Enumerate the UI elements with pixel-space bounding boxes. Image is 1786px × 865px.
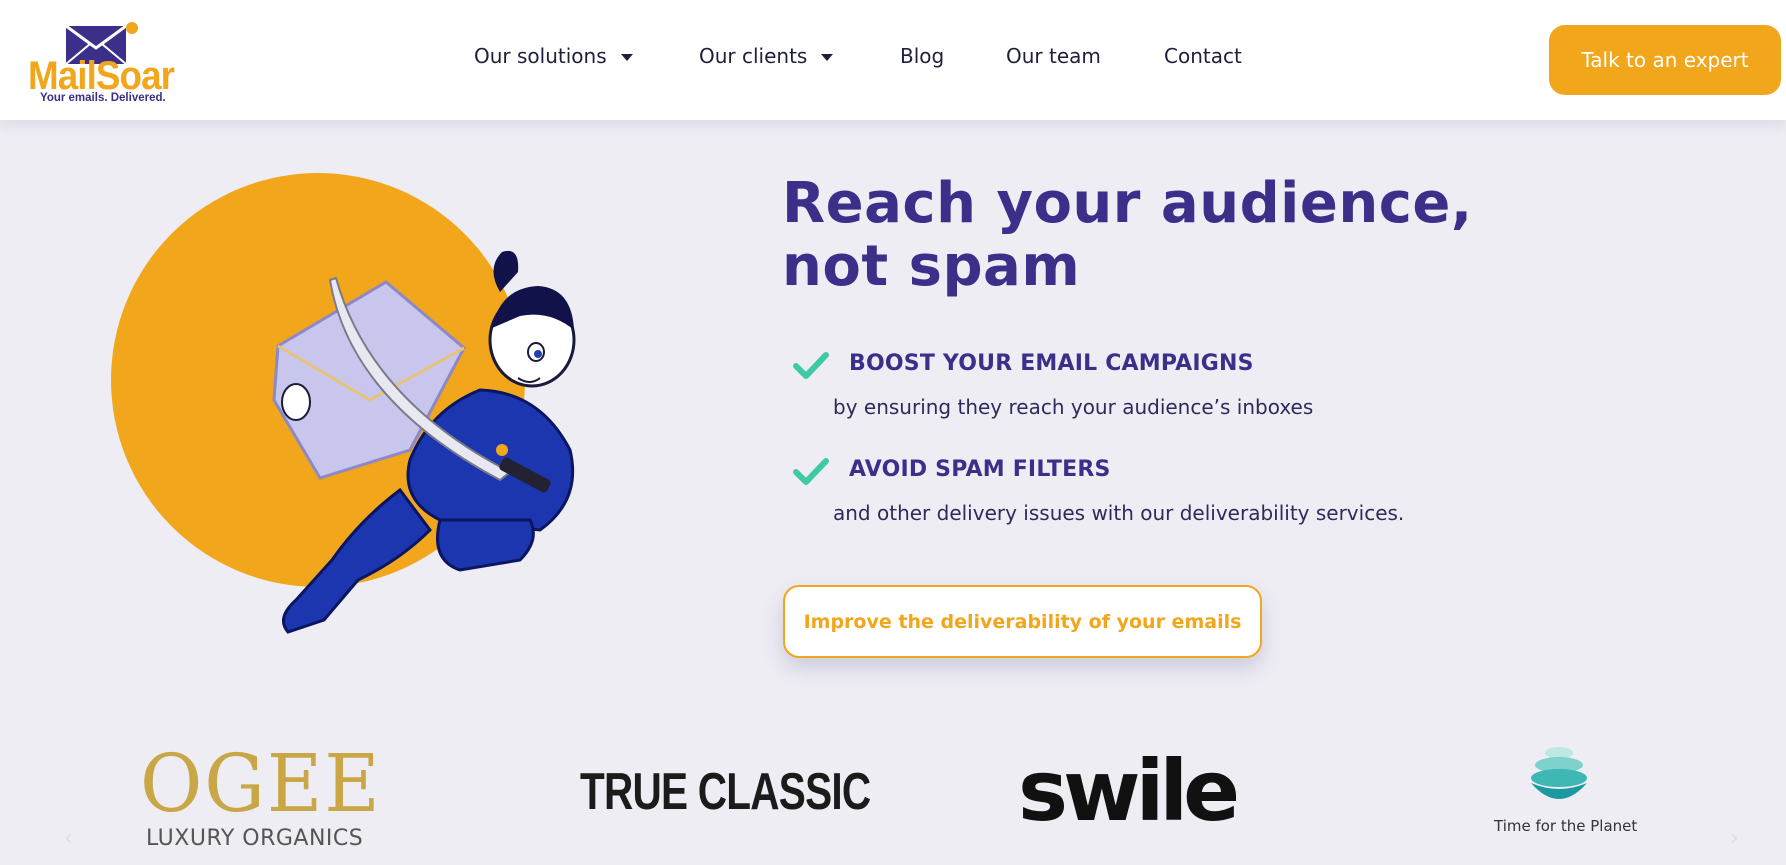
hero-title: Reach your audience, not spam [782, 172, 1602, 298]
nav-label: Our clients [699, 44, 808, 68]
nav-our-solutions[interactable]: Our solutions [474, 44, 633, 68]
hero-title-line-1: Reach your audience, [782, 171, 1473, 236]
chevron-left-icon[interactable]: ‹ [64, 826, 73, 851]
feature-description: and other delivery issues with our deliv… [833, 501, 1405, 525]
caret-down-icon [620, 53, 633, 61]
chevron-right-icon[interactable]: › [1730, 826, 1739, 851]
mailsoar-logo[interactable]: MailSoar Your emails. Delivered. [26, 14, 176, 106]
caret-down-icon [821, 53, 834, 61]
check-icon [793, 458, 829, 485]
nav-label: Blog [900, 44, 945, 68]
nav-label: Contact [1164, 44, 1242, 68]
nav-blog[interactable]: Blog [900, 44, 944, 68]
nav-label: Our solutions [474, 44, 607, 68]
feature-description: by ensuring they reach your audience’s i… [833, 395, 1314, 419]
client-name: Time for the Planet [1494, 817, 1638, 835]
planet-stack-icon [1531, 747, 1587, 799]
samurai-mascot-illustration [111, 173, 576, 634]
talk-to-expert-button[interactable]: Talk to an expert [1549, 25, 1781, 95]
client-logo-ogee: OGEE LUXURY ORGANICS [140, 737, 394, 852]
nav-contact[interactable]: Contact [1164, 44, 1242, 68]
check-icon [793, 352, 829, 379]
client-logo-true-classic: TRUE CLASSIC [580, 763, 871, 821]
client-logo-time-for-the-planet: Time for the Planet [1494, 745, 1638, 835]
client-logo-swile: swile [1018, 742, 1240, 840]
nav-our-clients[interactable]: Our clients [699, 44, 834, 68]
hero-title-line-2: not spam [782, 234, 1081, 299]
improve-deliverability-button[interactable]: Improve the deliverability of your email… [783, 585, 1262, 658]
brand-tagline: Your emails. Delivered. [40, 92, 166, 104]
nav-our-team[interactable]: Our team [1006, 44, 1101, 68]
feature-title: BOOST YOUR EMAIL CAMPAIGNS [849, 351, 1254, 376]
nav-label: Our team [1006, 44, 1101, 68]
site-header: MailSoar Your emails. Delivered. Our sol… [0, 0, 1786, 120]
client-name: OGEE [140, 737, 382, 830]
feature-title: AVOID SPAM FILTERS [849, 457, 1111, 482]
